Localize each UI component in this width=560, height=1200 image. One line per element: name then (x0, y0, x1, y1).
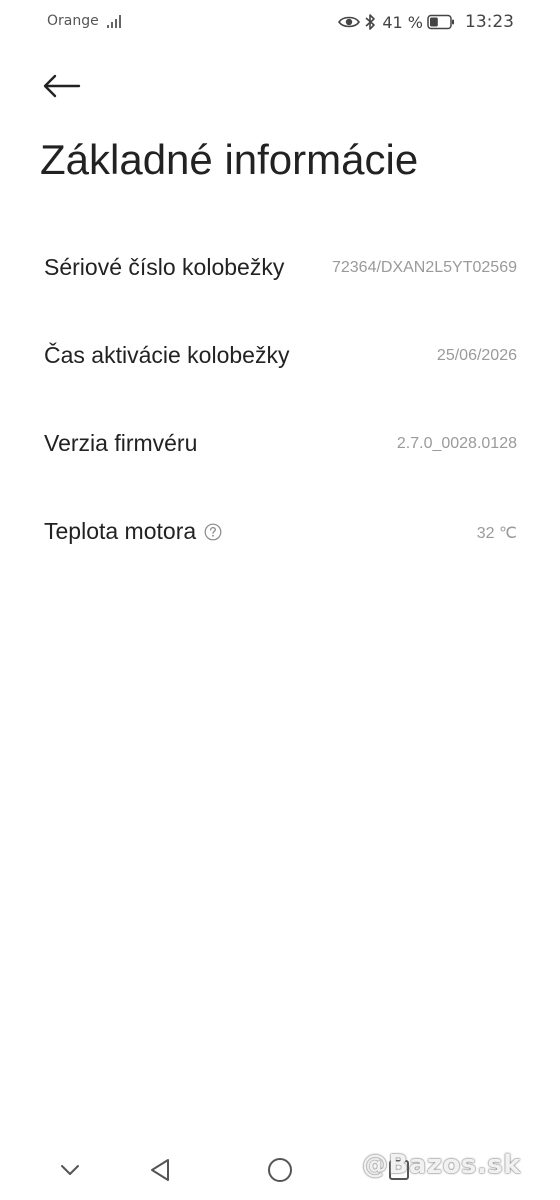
status-time: 13:23 (465, 12, 514, 32)
watermark: @Bazos.sk (362, 1150, 521, 1180)
row-label-text: Teplota motora (44, 518, 197, 544)
activation-time-value: 25/06/2026 (436, 347, 517, 364)
row-label-text: Čas aktivácie kolobežky (44, 342, 290, 368)
row-label-text: Verzia firmvéru (44, 430, 198, 456)
battery-fill (430, 17, 438, 27)
battery-percent: 41 % (382, 12, 423, 32)
serial-number-value: 72364/DXAN2L5YT02569 (331, 259, 517, 276)
battery-icon (427, 14, 454, 30)
motor-temperature-label: Teplota motora (44, 518, 222, 545)
firmware-version-value: 2.7.0_0028.0128 (396, 435, 517, 452)
bluetooth-icon (365, 14, 376, 30)
signal-bars-icon (107, 15, 121, 28)
status-icons: 41 % 13:23 (338, 11, 514, 33)
activation-time-label: Čas aktivácie kolobežky (44, 342, 289, 369)
info-row-motor-temperature: Teplota motora 32 ℃ (0, 488, 560, 576)
back-button[interactable] (40, 68, 84, 104)
triangle-back-icon (151, 1159, 169, 1181)
chevron-down-icon (61, 1165, 79, 1175)
status-bar: Orange 41 % 13:23 (0, 0, 560, 44)
carrier-name: Orange (47, 13, 99, 29)
page-title: Základné informácie (40, 136, 419, 183)
nav-home-button[interactable] (262, 1152, 298, 1188)
serial-number-label: Sériové číslo kolobežky (44, 254, 284, 281)
eye-icon (338, 16, 361, 28)
back-arrow-icon (43, 74, 81, 98)
firmware-version-label: Verzia firmvéru (44, 430, 197, 457)
info-row-serial-number: Sériové číslo kolobežky 72364/DXAN2L5YT0… (0, 224, 560, 312)
info-row-activation-time: Čas aktivácie kolobežky 25/06/2026 (0, 312, 560, 400)
question-circle-icon[interactable] (204, 523, 222, 541)
motor-temperature-value: 32 ℃ (476, 525, 517, 542)
info-row-firmware-version: Verzia firmvéru 2.7.0_0028.0128 (0, 400, 560, 488)
screen: Orange 41 % 13:23 Základné informácie Sé… (0, 0, 560, 1200)
nav-back-button[interactable] (142, 1152, 178, 1188)
collapse-nav-button[interactable] (52, 1152, 88, 1188)
circle-home-icon (268, 1158, 292, 1182)
row-label-text: Sériové číslo kolobežky (44, 254, 285, 280)
